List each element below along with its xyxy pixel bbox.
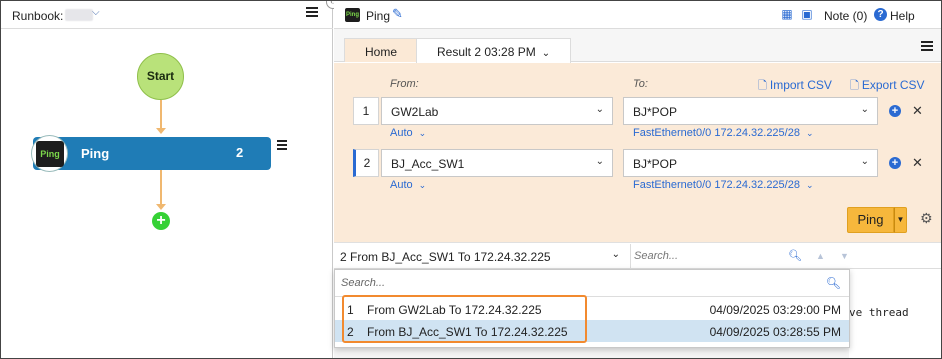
app-window: Runbook: ⌵ ‹› Start Ping Ping 2 + Ping P… [0, 0, 942, 359]
tab-bar: Home Result 2 03:28 PM ⌄ [334, 29, 941, 63]
result-selector-value: 2 From BJ_Acc_SW1 To 172.24.32.225 [340, 250, 551, 264]
runbook-name-redacted[interactable] [65, 9, 93, 21]
runbook-label: Runbook: [12, 9, 64, 23]
ping-node-count: 2 [236, 145, 244, 160]
add-row-icon[interactable]: + [889, 157, 901, 169]
chevron-down-icon[interactable]: ⌵ [92, 7, 100, 18]
from-interface-select[interactable]: Auto ⌄ [390, 127, 426, 139]
start-node[interactable]: Start [137, 53, 184, 100]
ping-button[interactable]: Ping [847, 207, 894, 233]
close-icon[interactable]: ✕ [912, 103, 923, 119]
ping-icon: Ping [345, 8, 360, 22]
monitor-icon[interactable]: ▣ [800, 7, 814, 21]
search-icon[interactable]: 🔍︎ [826, 276, 841, 290]
annotation-highlight [342, 295, 587, 343]
add-node-icon[interactable]: + [152, 212, 170, 230]
import-csv-label: Import CSV [769, 78, 832, 92]
chevron-down-icon: ⌄ [418, 128, 427, 138]
add-row-icon[interactable]: + [889, 105, 901, 117]
close-icon[interactable]: ✕ [912, 155, 923, 171]
ping-form: From: To: 🗋 Import CSV 🗋 Export CSV 1 GW2L… [334, 63, 941, 195]
tab-result-label: Result 2 03:28 PM [437, 45, 536, 59]
dropdown-search-input[interactable]: Search... 🔍︎ [335, 270, 849, 297]
export-csv-label: Export CSV [861, 78, 925, 92]
menu-icon[interactable] [306, 7, 318, 19]
menu-icon[interactable] [921, 41, 933, 53]
ping-node[interactable]: Ping Ping 2 [31, 135, 271, 172]
dropdown-search-placeholder: Search... [341, 277, 386, 289]
to-interface-select[interactable]: FastEthernet0/0 172.24.32.225/28 ⌄ [633, 179, 814, 191]
chevron-down-icon: ⌄ [860, 104, 869, 115]
tab-home-label: Home [365, 45, 398, 59]
to-interface-value: FastEthernet0/0 172.24.32.225/28 [633, 127, 800, 139]
flow-connector [160, 100, 162, 130]
result-search-input[interactable]: Search... [634, 250, 678, 262]
item-timestamp: 04/09/2025 03:28:55 PM [709, 325, 841, 339]
chevron-down-icon: ⌄ [860, 156, 869, 167]
from-interface-value: Auto [390, 127, 413, 139]
chevron-down-icon[interactable]: ⌄ [542, 48, 550, 59]
export-csv-link[interactable]: 🗋 Export CSV [850, 77, 925, 96]
from-label: From: [390, 78, 419, 90]
ping-icon: Ping [36, 141, 64, 167]
to-device-select[interactable]: BJ*POP ⌄ [623, 149, 878, 177]
ping-node-title: Ping [81, 146, 110, 161]
chevron-down-icon: ⌄ [611, 249, 620, 260]
tab-home[interactable]: Home [344, 38, 419, 62]
from-device-select[interactable]: GW2Lab ⌄ [381, 97, 613, 125]
row-number[interactable]: 1 [353, 97, 379, 125]
import-file-icon: 🗋 [758, 80, 767, 92]
arrow-down-icon [156, 204, 166, 210]
help-link[interactable]: Help [890, 9, 915, 23]
flow-connector [160, 170, 162, 208]
output-text: ve thread [849, 306, 909, 319]
panel-title: Ping [366, 9, 391, 23]
to-label: To: [633, 78, 648, 90]
chevron-down-icon: ⌄ [418, 180, 427, 190]
from-device-select[interactable]: BJ_Acc_SW1 ⌄ [381, 149, 613, 177]
find-icon[interactable]: 🔍︎ [788, 249, 802, 262]
to-interface-value: FastEthernet0/0 172.24.32.225/28 [633, 179, 800, 191]
arrow-down-icon[interactable]: ▼ [840, 251, 849, 261]
tab-result-2[interactable]: Result 2 03:28 PM ⌄ [416, 38, 572, 63]
help-icon[interactable]: ? [874, 8, 887, 21]
import-csv-link[interactable]: 🗋 Import CSV [758, 77, 832, 96]
action-bar: Ping ▼ ⚙ [334, 195, 941, 243]
note-link[interactable]: Note (0) [824, 9, 867, 23]
from-device-value: GW2Lab [391, 105, 439, 119]
arrow-down-icon [156, 128, 166, 134]
ping-node-icon-frame: Ping [31, 135, 68, 172]
edit-pencil-icon[interactable]: ✎ [392, 6, 403, 22]
to-device-value: BJ*POP [633, 105, 678, 119]
runbook-header: Runbook: ⌵ [1, 1, 333, 29]
calendar-icon[interactable]: ▦ [780, 7, 794, 21]
from-interface-select[interactable]: Auto ⌄ [390, 179, 426, 191]
runbook-panel: Runbook: ⌵ ‹› Start Ping Ping 2 + [1, 1, 340, 358]
from-interface-value: Auto [390, 179, 413, 191]
row-number[interactable]: 2 [353, 149, 379, 177]
to-device-select[interactable]: BJ*POP ⌄ [623, 97, 878, 125]
result-selector[interactable]: 2 From BJ_Acc_SW1 To 172.24.32.225 ⌄ [334, 244, 631, 269]
gear-icon[interactable]: ⚙ [920, 210, 933, 227]
export-file-icon: 🗋 [850, 80, 859, 92]
result-bar: 2 From BJ_Acc_SW1 To 172.24.32.225 ⌄ Sear… [334, 244, 941, 269]
chevron-down-icon: ⌄ [805, 128, 814, 138]
node-menu-icon[interactable] [277, 140, 287, 152]
to-interface-select[interactable]: FastEthernet0/0 172.24.32.225/28 ⌄ [633, 127, 814, 139]
to-device-value: BJ*POP [633, 157, 678, 171]
ping-options-dropdown[interactable]: ▼ [894, 207, 907, 233]
from-device-value: BJ_Acc_SW1 [391, 157, 465, 171]
item-timestamp: 04/09/2025 03:29:00 PM [709, 303, 841, 317]
chevron-down-icon: ⌄ [805, 180, 814, 190]
panel-header: Ping Ping ✎ ▦ ▣ Note (0) ? Help [334, 1, 941, 29]
chevron-down-icon: ⌄ [595, 156, 604, 167]
arrow-up-icon[interactable]: ▲ [816, 251, 825, 261]
chevron-down-icon: ⌄ [595, 104, 604, 115]
